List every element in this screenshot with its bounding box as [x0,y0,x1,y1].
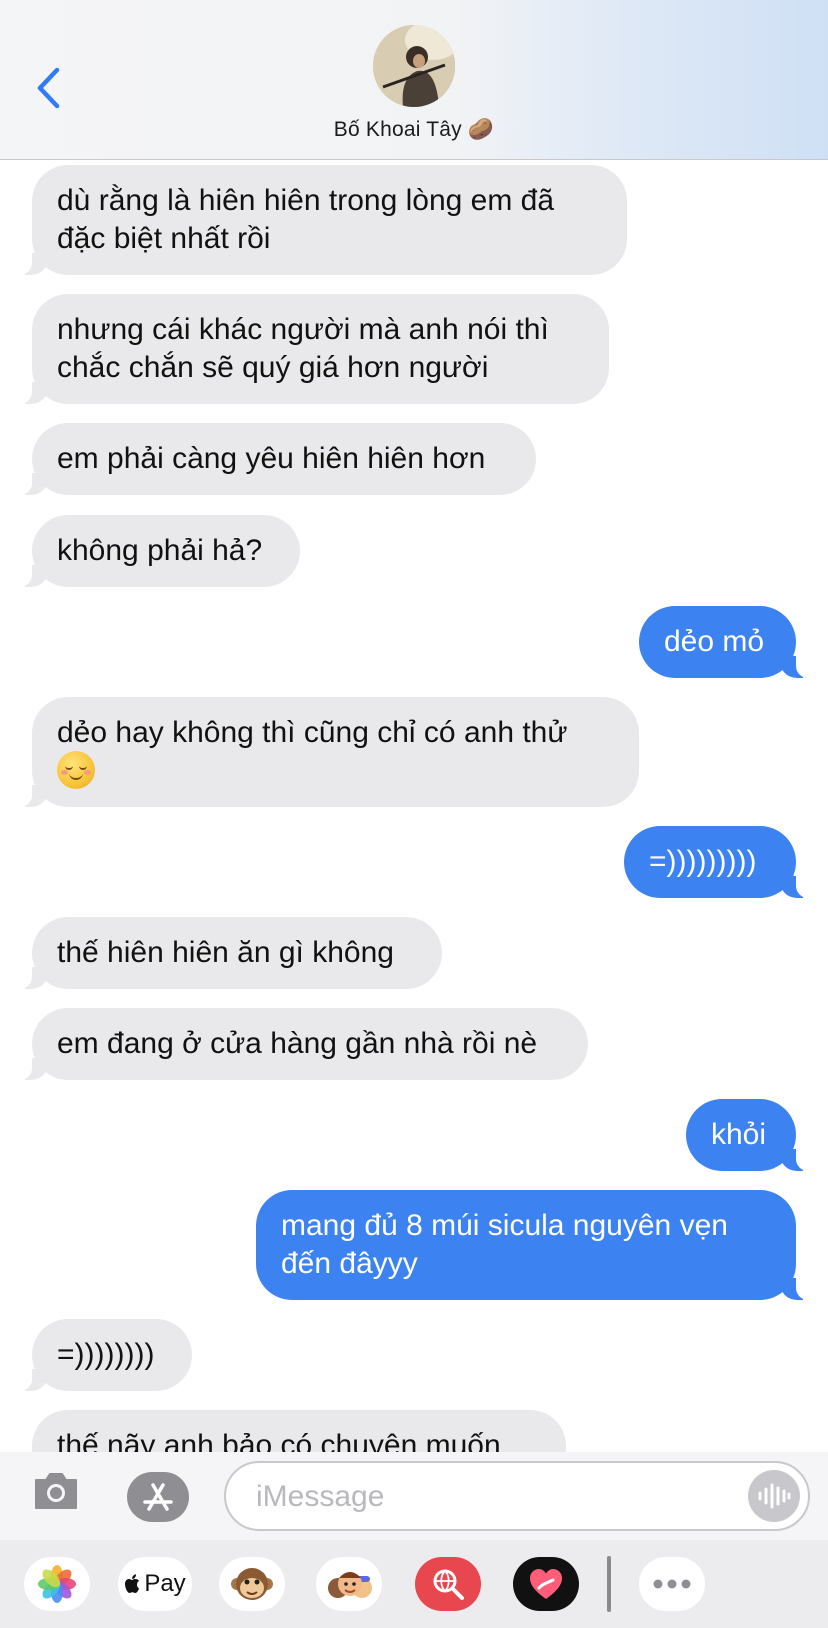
avatar-photo-icon [373,25,455,107]
message-bubble-received[interactable]: =)))))))) [18,1319,192,1391]
voice-message-button[interactable] [748,1470,800,1522]
message-text: dẻo hay không thì cũng chỉ có anh thử [57,716,568,749]
drawer-divider [607,1556,611,1612]
digital-touch-heart-icon [530,1569,562,1599]
message-list[interactable]: dù rằng là hiên hiên trong lòng em đã đặ… [0,160,828,1452]
message-text: dẻo mỏ [664,625,765,658]
photos-app-button[interactable] [24,1557,90,1611]
camera-button[interactable] [32,1470,80,1512]
message-bubble-received[interactable]: thế hiên hiên ăn gì không [18,917,442,989]
message-bubble-sent[interactable]: dẻo mỏ [639,606,810,678]
memoji-stickers-icon [328,1572,372,1598]
app-store-button[interactable] [127,1472,189,1522]
app-store-icon [143,1483,173,1511]
memoji-stickers-button[interactable] [316,1557,382,1611]
message-bubble-received[interactable]: em phải càng yêu hiên hiên hơn [18,423,536,495]
message-bubble-received[interactable]: nhưng cái khác người mà anh nói thì chắc… [18,294,609,404]
imessage-field[interactable] [224,1461,810,1531]
message-bubble-sent[interactable]: mang đủ 8 múi sicula nguyên vẹn đến đâyy… [256,1190,810,1300]
message-bubble-received[interactable]: thế nãy anh bảo có chuyện muốn [32,1410,566,1452]
conversation-header: Bố Khoai Tây 🥔 [0,0,828,160]
photos-app-icon [38,1565,76,1603]
message-text: khỏi [711,1118,767,1151]
message-bubble-sent[interactable]: =))))))))) [624,826,810,898]
message-bubble-received[interactable]: dù rằng là hiên hiên trong lòng em đã đặ… [18,165,627,275]
message-text: =))))))))) [649,845,757,878]
message-text: thế nãy anh bảo có chuyện muốn [57,1429,501,1452]
more-apps-icon [653,1579,691,1589]
imessage-input[interactable] [254,1475,718,1519]
web-images-button[interactable] [415,1557,481,1611]
message-text: em đang ở cửa hàng gần nhà rồi nè [57,1027,538,1060]
message-bubble-received[interactable]: em đang ở cửa hàng gần nhà rồi nè [18,1008,588,1080]
message-text: nhưng cái khác người mà anh nói thì chắc… [57,313,549,384]
message-bubble-sent[interactable]: khỏi [686,1099,810,1171]
animoji-button[interactable] [219,1557,285,1611]
app-drawer: Pay [0,1540,828,1628]
more-apps-button[interactable] [639,1557,705,1611]
message-text: thế hiên hiên ăn gì không [57,936,394,969]
apple-logo-icon [125,1574,140,1593]
web-images-search-icon [433,1569,464,1600]
message-text: mang đủ 8 múi sicula nguyên vẹn đến đâyy… [281,1209,728,1280]
message-text: dù rằng là hiên hiên trong lòng em đã đặ… [57,184,555,255]
animoji-monkey-icon [231,1568,273,1600]
message-text: em phải càng yêu hiên hiên hơn [57,442,486,475]
message-input-bar [0,1452,828,1540]
contact-avatar[interactable] [373,25,455,107]
message-bubble-received[interactable]: dẻo hay không thì cũng chỉ có anh thử [18,697,639,807]
message-bubble-received[interactable]: không phải hả? [18,515,300,587]
message-text: =)))))))) [57,1338,155,1371]
back-button[interactable] [28,62,68,114]
message-text: không phải hả? [57,534,263,567]
chevron-left-icon [37,67,60,109]
digital-touch-button[interactable] [513,1557,579,1611]
apple-pay-button[interactable]: Pay [118,1557,192,1611]
waveform-icon [758,1483,791,1509]
smiling-blush-face-emoji-icon [57,751,95,790]
camera-icon [35,1473,77,1509]
contact-name[interactable]: Bố Khoai Tây 🥔 [0,118,828,142]
